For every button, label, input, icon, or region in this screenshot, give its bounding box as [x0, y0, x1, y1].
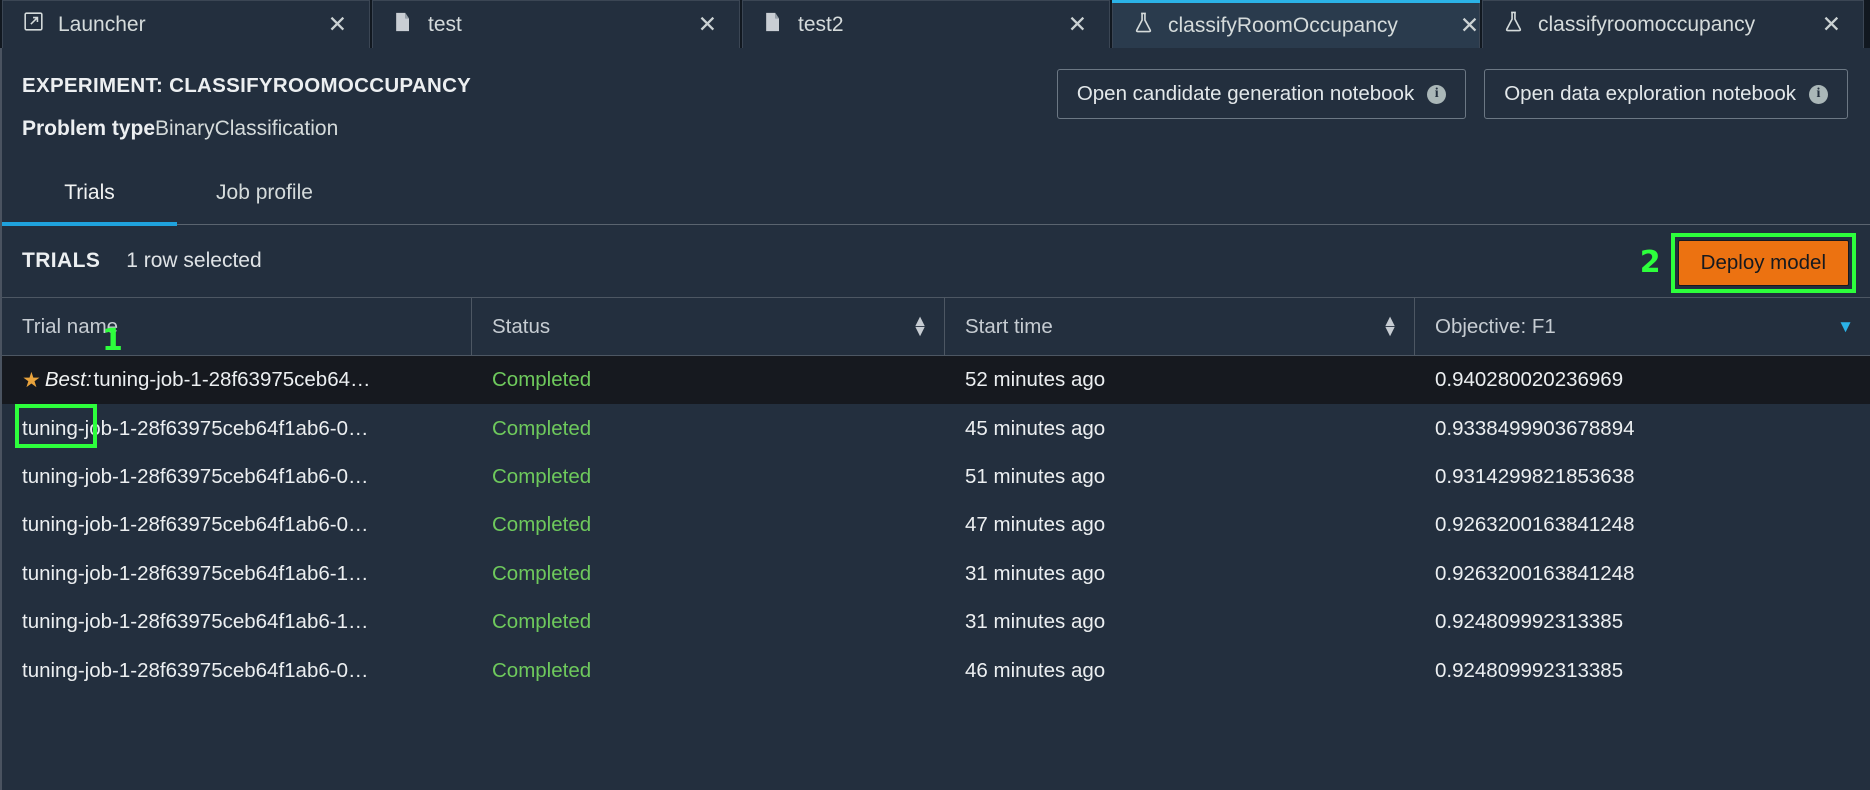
tab-launcher[interactable]: Launcher ✕	[2, 0, 370, 48]
cell-start-time: 31 minutes ago	[965, 561, 1106, 585]
close-icon[interactable]: ✕	[1822, 13, 1841, 36]
problem-type-line: Problem typeBinaryClassification	[22, 117, 1870, 141]
cell-status: Completed	[492, 416, 592, 440]
cell-objective: 0.940280020236969	[1435, 368, 1624, 392]
cell-start-time: 31 minutes ago	[965, 610, 1106, 634]
column-header-trial-name[interactable]: Trial name	[2, 298, 472, 355]
close-icon[interactable]: ✕	[698, 13, 717, 36]
best-label: Best:	[44, 368, 92, 392]
sort-descending-icon[interactable]: ▼	[1837, 318, 1854, 335]
selected-row-wrapper: ★ Best: tuning-job-1-28f63975ceb64… Comp…	[2, 326, 1870, 449]
column-header-status[interactable]: Status ▲ ▼	[472, 298, 945, 355]
trials-heading: TRIALS	[22, 249, 101, 272]
launcher-icon	[23, 11, 44, 38]
cell-start-time: 45 minutes ago	[965, 416, 1106, 440]
info-icon[interactable]: i	[1809, 84, 1828, 104]
column-label: Objective: F1	[1435, 314, 1556, 338]
open-candidate-generation-notebook-button[interactable]: Open candidate generation notebook i	[1056, 69, 1467, 119]
chevron-down-icon: ▼	[912, 322, 928, 340]
tab-job-profile[interactable]: Job profile	[177, 171, 352, 226]
cell-start-time: 46 minutes ago	[965, 658, 1106, 682]
cell-objective: 0.9263200163841248	[1435, 561, 1635, 585]
experiment-header: EXPERIMENT: CLASSIFYROOMOCCUPANCY Proble…	[2, 48, 1870, 141]
trials-table: Trial name Status ▲ ▼ Start time ▲ ▼ Obj…	[2, 297, 1870, 695]
close-icon[interactable]: ✕	[1460, 14, 1479, 37]
table-row[interactable]: tuning-job-1-28f63975ceb64f1ab6-1… Compl…	[2, 598, 1870, 646]
tab-label: classifyRoomOccupancy	[1168, 13, 1398, 37]
problem-type-value: BinaryClassification	[155, 117, 339, 140]
chevron-down-icon: ▼	[1382, 322, 1398, 340]
header-actions: Open candidate generation notebook i Ope…	[1056, 69, 1848, 119]
column-label: Start time	[965, 314, 1053, 338]
cell-trial-name: tuning-job-1-28f63975ceb64f1ab6-0…	[22, 416, 369, 440]
cell-trial-name: tuning-job-1-28f63975ceb64f1ab6-0…	[22, 513, 369, 537]
table-row[interactable]: tuning-job-1-28f63975ceb64f1ab6-0… Compl…	[2, 646, 1870, 694]
section-tabs: Trials Job profile	[2, 171, 1870, 226]
cell-status: Completed	[492, 658, 592, 682]
cell-status: Completed	[492, 368, 592, 392]
browser-tab-bar: Launcher ✕ test ✕ test2 ✕ classifyRoomOc…	[0, 0, 1870, 48]
cell-status: Completed	[492, 464, 592, 488]
cell-objective: 0.9263200163841248	[1435, 513, 1635, 537]
flask-icon	[1133, 11, 1154, 40]
annotation-number-1: 1	[102, 323, 123, 358]
sort-toggle-icon[interactable]: ▲ ▼	[912, 313, 928, 340]
open-data-exploration-notebook-button[interactable]: Open data exploration notebook i	[1484, 69, 1848, 119]
cell-status: Completed	[492, 561, 592, 585]
tab-test2[interactable]: test2 ✕	[742, 0, 1110, 48]
trial-name: tuning-job-1-28f63975ceb64…	[93, 368, 371, 392]
star-icon: ★	[22, 368, 41, 392]
cell-start-time: 52 minutes ago	[965, 368, 1106, 392]
tab-classifyroomoccupancy-lower[interactable]: classifyroomoccupancy ✕	[1482, 0, 1864, 48]
cell-trial-name: tuning-job-1-28f63975ceb64f1ab6-1…	[22, 610, 369, 634]
table-row[interactable]: tuning-job-1-28f63975ceb64f1ab6-0… Compl…	[2, 404, 1870, 452]
cell-trial-name: tuning-job-1-28f63975ceb64f1ab6-0…	[22, 464, 369, 488]
problem-type-label: Problem type	[22, 117, 156, 140]
tab-label: test	[428, 12, 462, 36]
table-row[interactable]: tuning-job-1-28f63975ceb64f1ab6-0… Compl…	[2, 453, 1870, 501]
cell-objective: 0.9314299821853638	[1435, 464, 1635, 488]
tab-label: test2	[798, 12, 844, 36]
close-icon[interactable]: ✕	[1068, 13, 1087, 36]
notebook-icon	[763, 11, 784, 39]
cell-trial-name: ★ Best: tuning-job-1-28f63975ceb64…	[2, 368, 472, 392]
cell-status: Completed	[492, 610, 592, 634]
cell-status: Completed	[492, 513, 592, 537]
cell-start-time: 47 minutes ago	[965, 513, 1106, 537]
tab-test[interactable]: test ✕	[372, 0, 740, 48]
tab-trials[interactable]: Trials	[2, 171, 177, 226]
close-icon[interactable]: ✕	[328, 13, 347, 36]
flask-icon	[1503, 10, 1524, 39]
tab-classify-room-occupancy[interactable]: classifyRoomOccupancy ✕	[1112, 0, 1480, 48]
cell-objective: 0.9338499903678894	[1435, 416, 1635, 440]
button-label: Open data exploration notebook	[1504, 82, 1796, 105]
column-header-start-time[interactable]: Start time ▲ ▼	[945, 298, 1415, 355]
table-row[interactable]: tuning-job-1-28f63975ceb64f1ab6-0… Compl…	[2, 501, 1870, 549]
tab-label: Launcher	[58, 12, 146, 36]
best-badge: ★ Best:	[22, 368, 92, 392]
button-label: Open candidate generation notebook	[1076, 82, 1415, 105]
table-header-row: Trial name Status ▲ ▼ Start time ▲ ▼ Obj…	[2, 297, 1870, 356]
cell-trial-name: tuning-job-1-28f63975ceb64f1ab6-1…	[22, 561, 369, 585]
info-icon[interactable]: i	[1427, 84, 1447, 104]
tab-label: classifyroomoccupancy	[1538, 12, 1756, 36]
table-row[interactable]: ★ Best: tuning-job-1-28f63975ceb64… Comp…	[2, 356, 1870, 405]
table-row[interactable]: tuning-job-1-28f63975ceb64f1ab6-1… Compl…	[2, 550, 1870, 598]
selection-status: 1 row selected	[126, 249, 262, 272]
sort-toggle-icon[interactable]: ▲ ▼	[1382, 313, 1398, 340]
notebook-icon	[393, 11, 414, 39]
deploy-model-button[interactable]: Deploy model	[1677, 240, 1849, 286]
annotation-number-2: 2	[1639, 245, 1661, 280]
cell-trial-name: tuning-job-1-28f63975ceb64f1ab6-0…	[22, 658, 369, 682]
cell-objective: 0.924809992313385	[1435, 610, 1624, 634]
deploy-model-annotation-group: 2 Deploy model	[1640, 233, 1856, 293]
experiment-panel: EXPERIMENT: CLASSIFYROOMOCCUPANCY Proble…	[0, 48, 1870, 790]
cell-start-time: 51 minutes ago	[965, 464, 1106, 488]
column-label: Status	[492, 314, 551, 338]
cell-objective: 0.924809992313385	[1435, 658, 1624, 682]
trials-toolbar: TRIALS 1 row selected 2 Deploy model	[2, 225, 1870, 297]
annotation-box-deploy: Deploy model	[1670, 233, 1856, 293]
column-header-objective-f1[interactable]: Objective: F1 ▼	[1415, 298, 1870, 355]
